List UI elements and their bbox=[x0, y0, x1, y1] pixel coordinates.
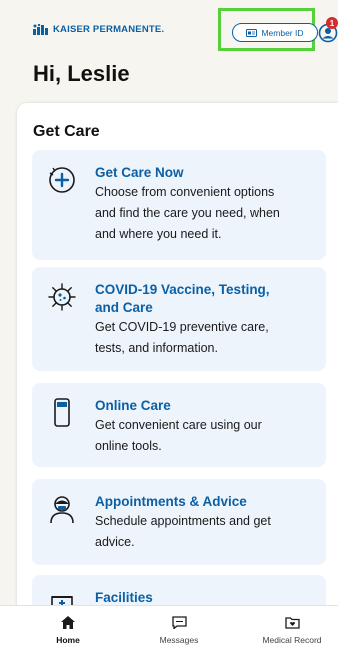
online-care-text: Online Care Get convenient care using ou… bbox=[95, 397, 320, 457]
item-desc-line: Choose from convenient options bbox=[95, 185, 275, 199]
folder-heart-icon bbox=[284, 617, 300, 629]
home-icon bbox=[61, 616, 75, 629]
nav-home-label: Home bbox=[56, 635, 80, 645]
get-care-now-item[interactable]: Get Care Now Choose from convenient opti… bbox=[32, 150, 326, 260]
get-care-now-text: Get Care Now Choose from convenient opti… bbox=[95, 164, 320, 245]
member-id-button[interactable]: Member ID bbox=[232, 23, 318, 42]
item-desc-line: advice. bbox=[95, 535, 135, 549]
item-title: Appointments & Advice bbox=[95, 494, 247, 509]
top-bar: KAISER PERMANENTE. Member ID 1 Hi, Lesli… bbox=[0, 0, 338, 100]
kaiser-logo: KAISER PERMANENTE. bbox=[33, 24, 164, 35]
phone-icon bbox=[54, 398, 70, 427]
get-care-title: Get Care bbox=[33, 123, 100, 140]
get-care-card: Get Care Get Care Now Choose from conven… bbox=[17, 103, 338, 623]
item-desc-line: tests, and information. bbox=[95, 341, 218, 355]
covid-text: COVID-19 Vaccine, Testing, and Care Get … bbox=[95, 281, 320, 359]
message-icon bbox=[171, 616, 187, 629]
item-title: Get Care Now bbox=[95, 165, 184, 180]
item-title-line: and Care bbox=[95, 300, 153, 315]
id-card-icon bbox=[246, 28, 258, 37]
item-desc-line: Schedule appointments and get bbox=[95, 514, 271, 528]
doctor-icon bbox=[50, 496, 74, 524]
item-title: Online Care bbox=[95, 398, 171, 413]
item-title-line: COVID-19 Vaccine, Testing, bbox=[95, 282, 270, 297]
item-desc-line: and where you need it. bbox=[95, 227, 222, 241]
item-desc-line: Get COVID-19 preventive care, bbox=[95, 320, 269, 334]
covid-item[interactable]: COVID-19 Vaccine, Testing, and Care Get … bbox=[32, 267, 326, 371]
kaiser-logo-icon bbox=[33, 24, 48, 35]
online-care-item[interactable]: Online Care Get convenient care using ou… bbox=[32, 383, 326, 467]
item-desc-line: online tools. bbox=[95, 439, 162, 453]
nav-messages[interactable]: Messages bbox=[148, 606, 210, 652]
notification-badge: 1 bbox=[326, 17, 338, 29]
kaiser-logo-text: KAISER PERMANENTE. bbox=[53, 24, 165, 35]
item-desc-line: and find the care you need, when bbox=[95, 206, 280, 220]
nav-medical-record[interactable]: Medical Record bbox=[252, 606, 332, 652]
virus-icon bbox=[48, 283, 76, 311]
bottom-navigation: Home Messages Medical Record bbox=[0, 605, 338, 652]
item-desc-line: Get convenient care using our bbox=[95, 418, 262, 432]
appointments-item[interactable]: Appointments & Advice Schedule appointme… bbox=[32, 479, 326, 565]
nav-home[interactable]: Home bbox=[40, 606, 96, 652]
nav-messages-label: Messages bbox=[159, 635, 199, 645]
member-id-label: Member ID bbox=[261, 27, 304, 38]
appointments-text: Appointments & Advice Schedule appointme… bbox=[95, 493, 320, 553]
greeting-title: Hi, Leslie bbox=[33, 61, 130, 86]
stethoscope-plus-icon bbox=[49, 167, 75, 193]
nav-medical-record-label: Medical Record bbox=[262, 635, 322, 645]
